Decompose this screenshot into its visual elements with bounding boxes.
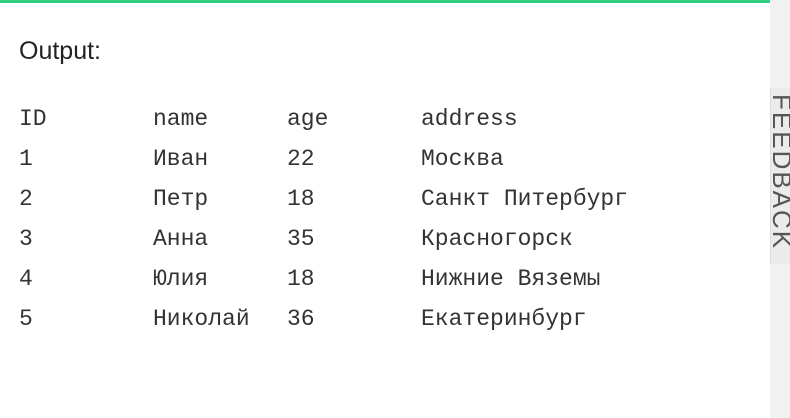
table-header-row: ID name age address	[19, 102, 628, 142]
cell-address: Москва	[421, 146, 504, 172]
cell-name: Петр	[153, 186, 209, 212]
output-label: Output:	[19, 37, 101, 65]
cell-id: 1	[19, 146, 33, 172]
cell-name: Анна	[153, 226, 209, 252]
cell-age: 18	[287, 186, 315, 212]
table-row: 3 Анна 35 Красногорск	[19, 222, 628, 262]
cell-age: 35	[287, 226, 315, 252]
table-row: 2 Петр 18 Санкт Питербург	[19, 182, 628, 222]
cell-address: Красногорск	[421, 226, 573, 252]
cell-address: Нижние Вяземы	[421, 266, 601, 292]
feedback-tab[interactable]: FEEDBACK	[770, 88, 790, 264]
cell-age: 22	[287, 146, 315, 172]
table-row: 4 Юлия 18 Нижние Вяземы	[19, 262, 628, 302]
cell-age: 18	[287, 266, 315, 292]
cell-age: 36	[287, 306, 315, 332]
output-table: ID name age address 1 Иван 22 Москва 2 П…	[19, 102, 628, 342]
feedback-label: FEEDBACK	[770, 94, 790, 251]
cell-name: Иван	[153, 146, 209, 172]
top-accent-bar	[0, 0, 770, 3]
cell-id: 3	[19, 226, 33, 252]
cell-id: 4	[19, 266, 33, 292]
cell-address: Санкт Питербург	[421, 186, 629, 212]
output-panel: Output: ID name age address 1 Иван 22 Мо…	[0, 0, 790, 418]
header-cell-name: name	[153, 106, 209, 132]
table-row: 5 Николай 36 Екатеринбург	[19, 302, 628, 342]
header-cell-id: ID	[19, 106, 47, 132]
header-cell-address: address	[421, 106, 518, 132]
cell-address: Екатеринбург	[421, 306, 587, 332]
cell-id: 5	[19, 306, 33, 332]
cell-name: Юлия	[153, 266, 209, 292]
header-cell-age: age	[287, 106, 329, 132]
cell-name: Николай	[153, 306, 250, 332]
table-row: 1 Иван 22 Москва	[19, 142, 628, 182]
cell-id: 2	[19, 186, 33, 212]
